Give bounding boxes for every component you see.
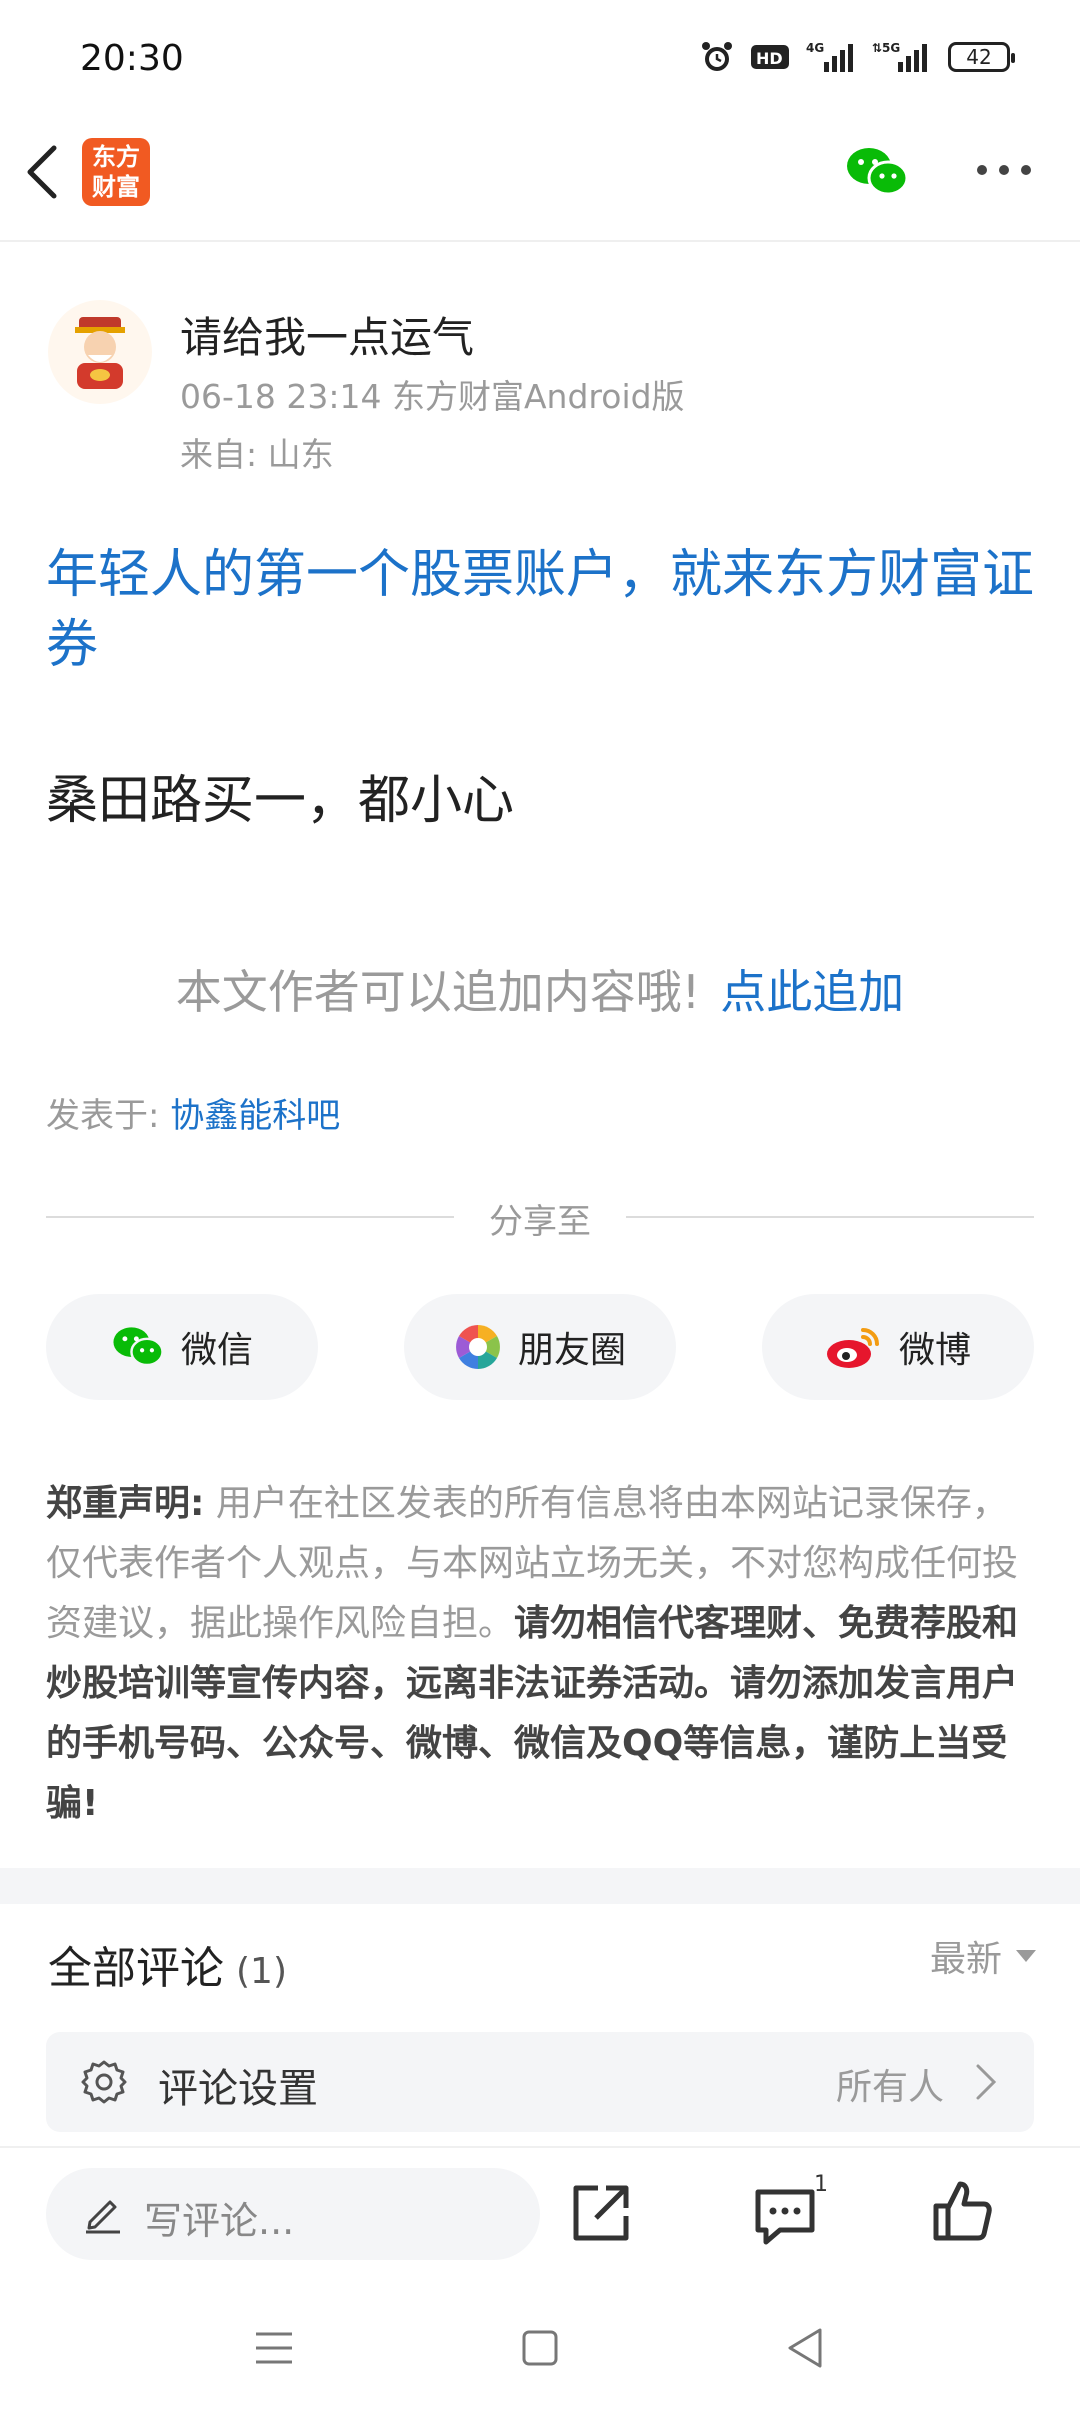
pencil-icon: [86, 2200, 120, 2234]
avatar-image: [75, 317, 125, 389]
share-weibo-button[interactable]: 微博: [762, 1294, 1034, 1400]
comment-settings-row[interactable]: 评论设置 所有人: [46, 2032, 1034, 2132]
comment-settings-label: 评论设置: [158, 2066, 318, 2112]
signal-4g-icon: 4G: [806, 41, 853, 72]
back-nav-icon[interactable]: [776, 2318, 836, 2378]
alarm-icon: [702, 42, 732, 71]
logo-line1: 东方: [92, 143, 140, 171]
append-row: 本文作者可以追加内容哦! 点此追加: [0, 956, 1080, 1022]
post-body: 桑田路买一，都小心: [46, 771, 515, 831]
append-link[interactable]: 点此追加: [720, 965, 904, 1019]
comments-header: 全部评论 (1): [48, 1932, 287, 1996]
header-divider: [0, 240, 1080, 242]
share-moments-button[interactable]: 朋友圈: [404, 1294, 676, 1400]
weibo-icon: [826, 1328, 879, 1368]
write-comment-input[interactable]: 写评论...: [46, 2168, 540, 2260]
app-logo[interactable]: 东方 财富: [82, 138, 150, 206]
share-label: 分享至: [489, 1202, 591, 1242]
svg-text:⇅5G: ⇅5G: [872, 41, 900, 55]
status-icons: HD 4G ⇅5G 42: [700, 40, 1015, 74]
battery-level: 42: [966, 45, 992, 69]
logo-line2: 财富: [92, 173, 140, 201]
chevron-right-icon: [976, 2064, 997, 2100]
moments-icon: [456, 1325, 500, 1369]
svg-text:HD: HD: [756, 49, 783, 68]
disclaimer: 郑重声明: 用户在社区发表的所有信息将由本网站记录保存，仅代表作者个人观点，与本…: [46, 1474, 1036, 1834]
post-meta: 06-18 23:14 东方财富Android版: [180, 377, 685, 416]
status-time: 20:30: [80, 38, 184, 79]
author-name[interactable]: 请给我一点运气: [180, 304, 474, 365]
share-moments-label: 朋友圈: [517, 1330, 626, 1371]
back-arrow-icon[interactable]: [22, 142, 62, 202]
wechat-icon: [113, 1327, 164, 1367]
sort-label: 最新: [929, 1939, 1002, 1980]
comments-count: (1): [236, 1951, 287, 1992]
svg-text:4G: 4G: [806, 41, 824, 55]
forum-link[interactable]: 协鑫能科吧: [170, 1096, 340, 1136]
more-icon[interactable]: [974, 160, 1034, 180]
comment-icon[interactable]: [752, 2186, 818, 2248]
posted-in: 发表于: 协鑫能科吧: [46, 1088, 340, 1137]
write-comment-placeholder: 写评论...: [144, 2199, 295, 2243]
comment-settings-value: 所有人: [835, 2067, 944, 2108]
wechat-share-icon[interactable]: [844, 144, 910, 200]
avatar[interactable]: [48, 300, 152, 404]
share-icon[interactable]: [568, 2180, 634, 2246]
promo-link[interactable]: 年轻人的第一个股票账户，就来东方财富证券: [46, 540, 1036, 680]
disclaimer-colon: :: [190, 1483, 205, 1524]
battery-icon: 42: [948, 42, 1015, 72]
share-wechat-button[interactable]: 微信: [46, 1294, 318, 1400]
append-hint: 本文作者可以追加内容哦!: [175, 965, 701, 1019]
post-location: 来自: 山东: [180, 435, 334, 474]
bottom-bar-divider: [0, 2146, 1080, 2148]
home-nav-icon[interactable]: [510, 2318, 570, 2378]
dropdown-triangle-icon: [1016, 1950, 1036, 1962]
hd-icon: HD: [751, 45, 789, 69]
share-wechat-label: 微信: [180, 1330, 253, 1371]
section-separator: [0, 1868, 1080, 1904]
signal-5g-icon: ⇅5G: [872, 41, 927, 72]
menu-nav-icon[interactable]: [244, 2318, 304, 2378]
thumbs-up-icon[interactable]: [930, 2178, 996, 2244]
share-weibo-label: 微博: [898, 1330, 971, 1371]
comment-count-badge: 1: [814, 2172, 828, 2197]
comments-title: 全部评论: [48, 1943, 224, 1994]
posted-in-label: 发表于:: [46, 1096, 171, 1136]
gear-icon: [81, 2060, 127, 2104]
disclaimer-title: 郑重声明: [46, 1483, 191, 1524]
sort-dropdown[interactable]: 最新: [930, 1930, 1036, 1982]
